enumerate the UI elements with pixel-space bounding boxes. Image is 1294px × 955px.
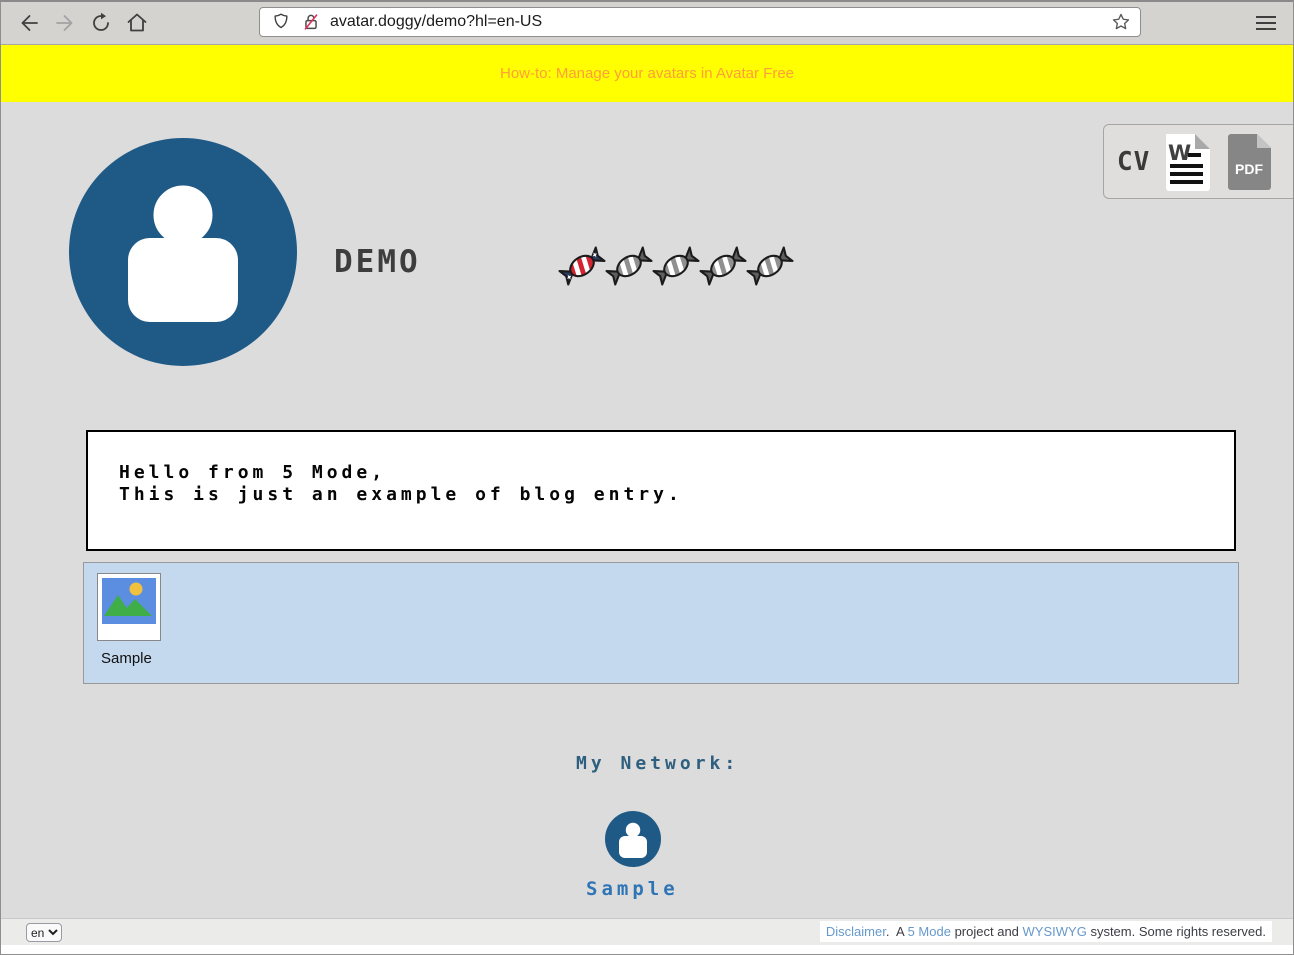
- howto-link[interactable]: How-to: Manage your avatars in Avatar Fr…: [500, 65, 794, 82]
- wysiwyg-link[interactable]: WYSIWYG: [1023, 924, 1087, 939]
- home-icon: [125, 11, 149, 35]
- candy-icon[interactable]: [605, 242, 653, 290]
- url-bar[interactable]: avatar.doggy/demo?hl=en-US: [259, 7, 1141, 37]
- cv-label: CV: [1117, 147, 1150, 177]
- five-mode-link[interactable]: 5 Mode: [908, 924, 951, 939]
- network-title: My Network:: [576, 753, 739, 774]
- browser-toolbar: avatar.doggy/demo?hl=en-US: [1, 2, 1293, 45]
- profile-avatar: [69, 138, 297, 366]
- gallery-thumbnail[interactable]: [97, 573, 161, 641]
- network-member-link[interactable]: Sample: [586, 878, 679, 900]
- candy-icon[interactable]: [652, 242, 700, 290]
- bookmark-star-icon[interactable]: [1110, 11, 1132, 33]
- blog-line-2: This is just an example of blog entry.: [119, 484, 1234, 506]
- candy-rating[interactable]: [558, 242, 793, 290]
- candy-icon[interactable]: [558, 242, 606, 290]
- tracking-shield-icon[interactable]: [270, 11, 292, 33]
- network-member-avatar[interactable]: [605, 811, 661, 867]
- word-doc-icon[interactable]: W: [1163, 133, 1211, 191]
- browser-window: avatar.doggy/demo?hl=en-US How-to: Manag…: [0, 0, 1294, 955]
- footer-bar: en Disclaimer. A 5 Mode project and WYSI…: [1, 918, 1293, 946]
- pdf-doc-icon[interactable]: PDF: [1224, 133, 1274, 191]
- language-select[interactable]: en: [26, 923, 62, 942]
- insecure-lock-icon[interactable]: [300, 11, 322, 33]
- svg-text:PDF: PDF: [1235, 161, 1263, 177]
- disclaimer-link[interactable]: Disclaimer: [826, 924, 886, 939]
- back-button[interactable]: [14, 8, 44, 38]
- notice-banner: How-to: Manage your avatars in Avatar Fr…: [1, 45, 1293, 102]
- reload-icon: [89, 11, 113, 35]
- home-button[interactable]: [122, 8, 152, 38]
- image-placeholder-icon: [102, 578, 156, 624]
- reload-button[interactable]: [86, 8, 116, 38]
- url-text[interactable]: avatar.doggy/demo?hl=en-US: [330, 13, 1102, 31]
- forward-icon: [53, 11, 77, 35]
- page-content: DEMO: [1, 102, 1293, 918]
- profile-name: DEMO: [334, 244, 421, 280]
- candy-icon[interactable]: [746, 242, 794, 290]
- window-bottom-strip: [1, 945, 1293, 955]
- back-icon: [17, 11, 41, 35]
- gallery-box: Sample: [83, 562, 1239, 684]
- cv-panel: CV W PDF: [1103, 124, 1294, 199]
- hamburger-menu-icon: [1255, 15, 1277, 31]
- svg-text:W: W: [1168, 141, 1191, 165]
- candy-icon[interactable]: [699, 242, 747, 290]
- footer-disclaimer: Disclaimer. A 5 Mode project and WYSIWYG…: [820, 921, 1272, 942]
- gallery-item-label: Sample: [101, 650, 152, 667]
- forward-button[interactable]: [50, 8, 80, 38]
- blog-entry-box: Hello from 5 Mode, This is just an examp…: [86, 430, 1236, 551]
- menu-button[interactable]: [1251, 10, 1281, 36]
- blog-line-1: Hello from 5 Mode,: [119, 462, 1234, 484]
